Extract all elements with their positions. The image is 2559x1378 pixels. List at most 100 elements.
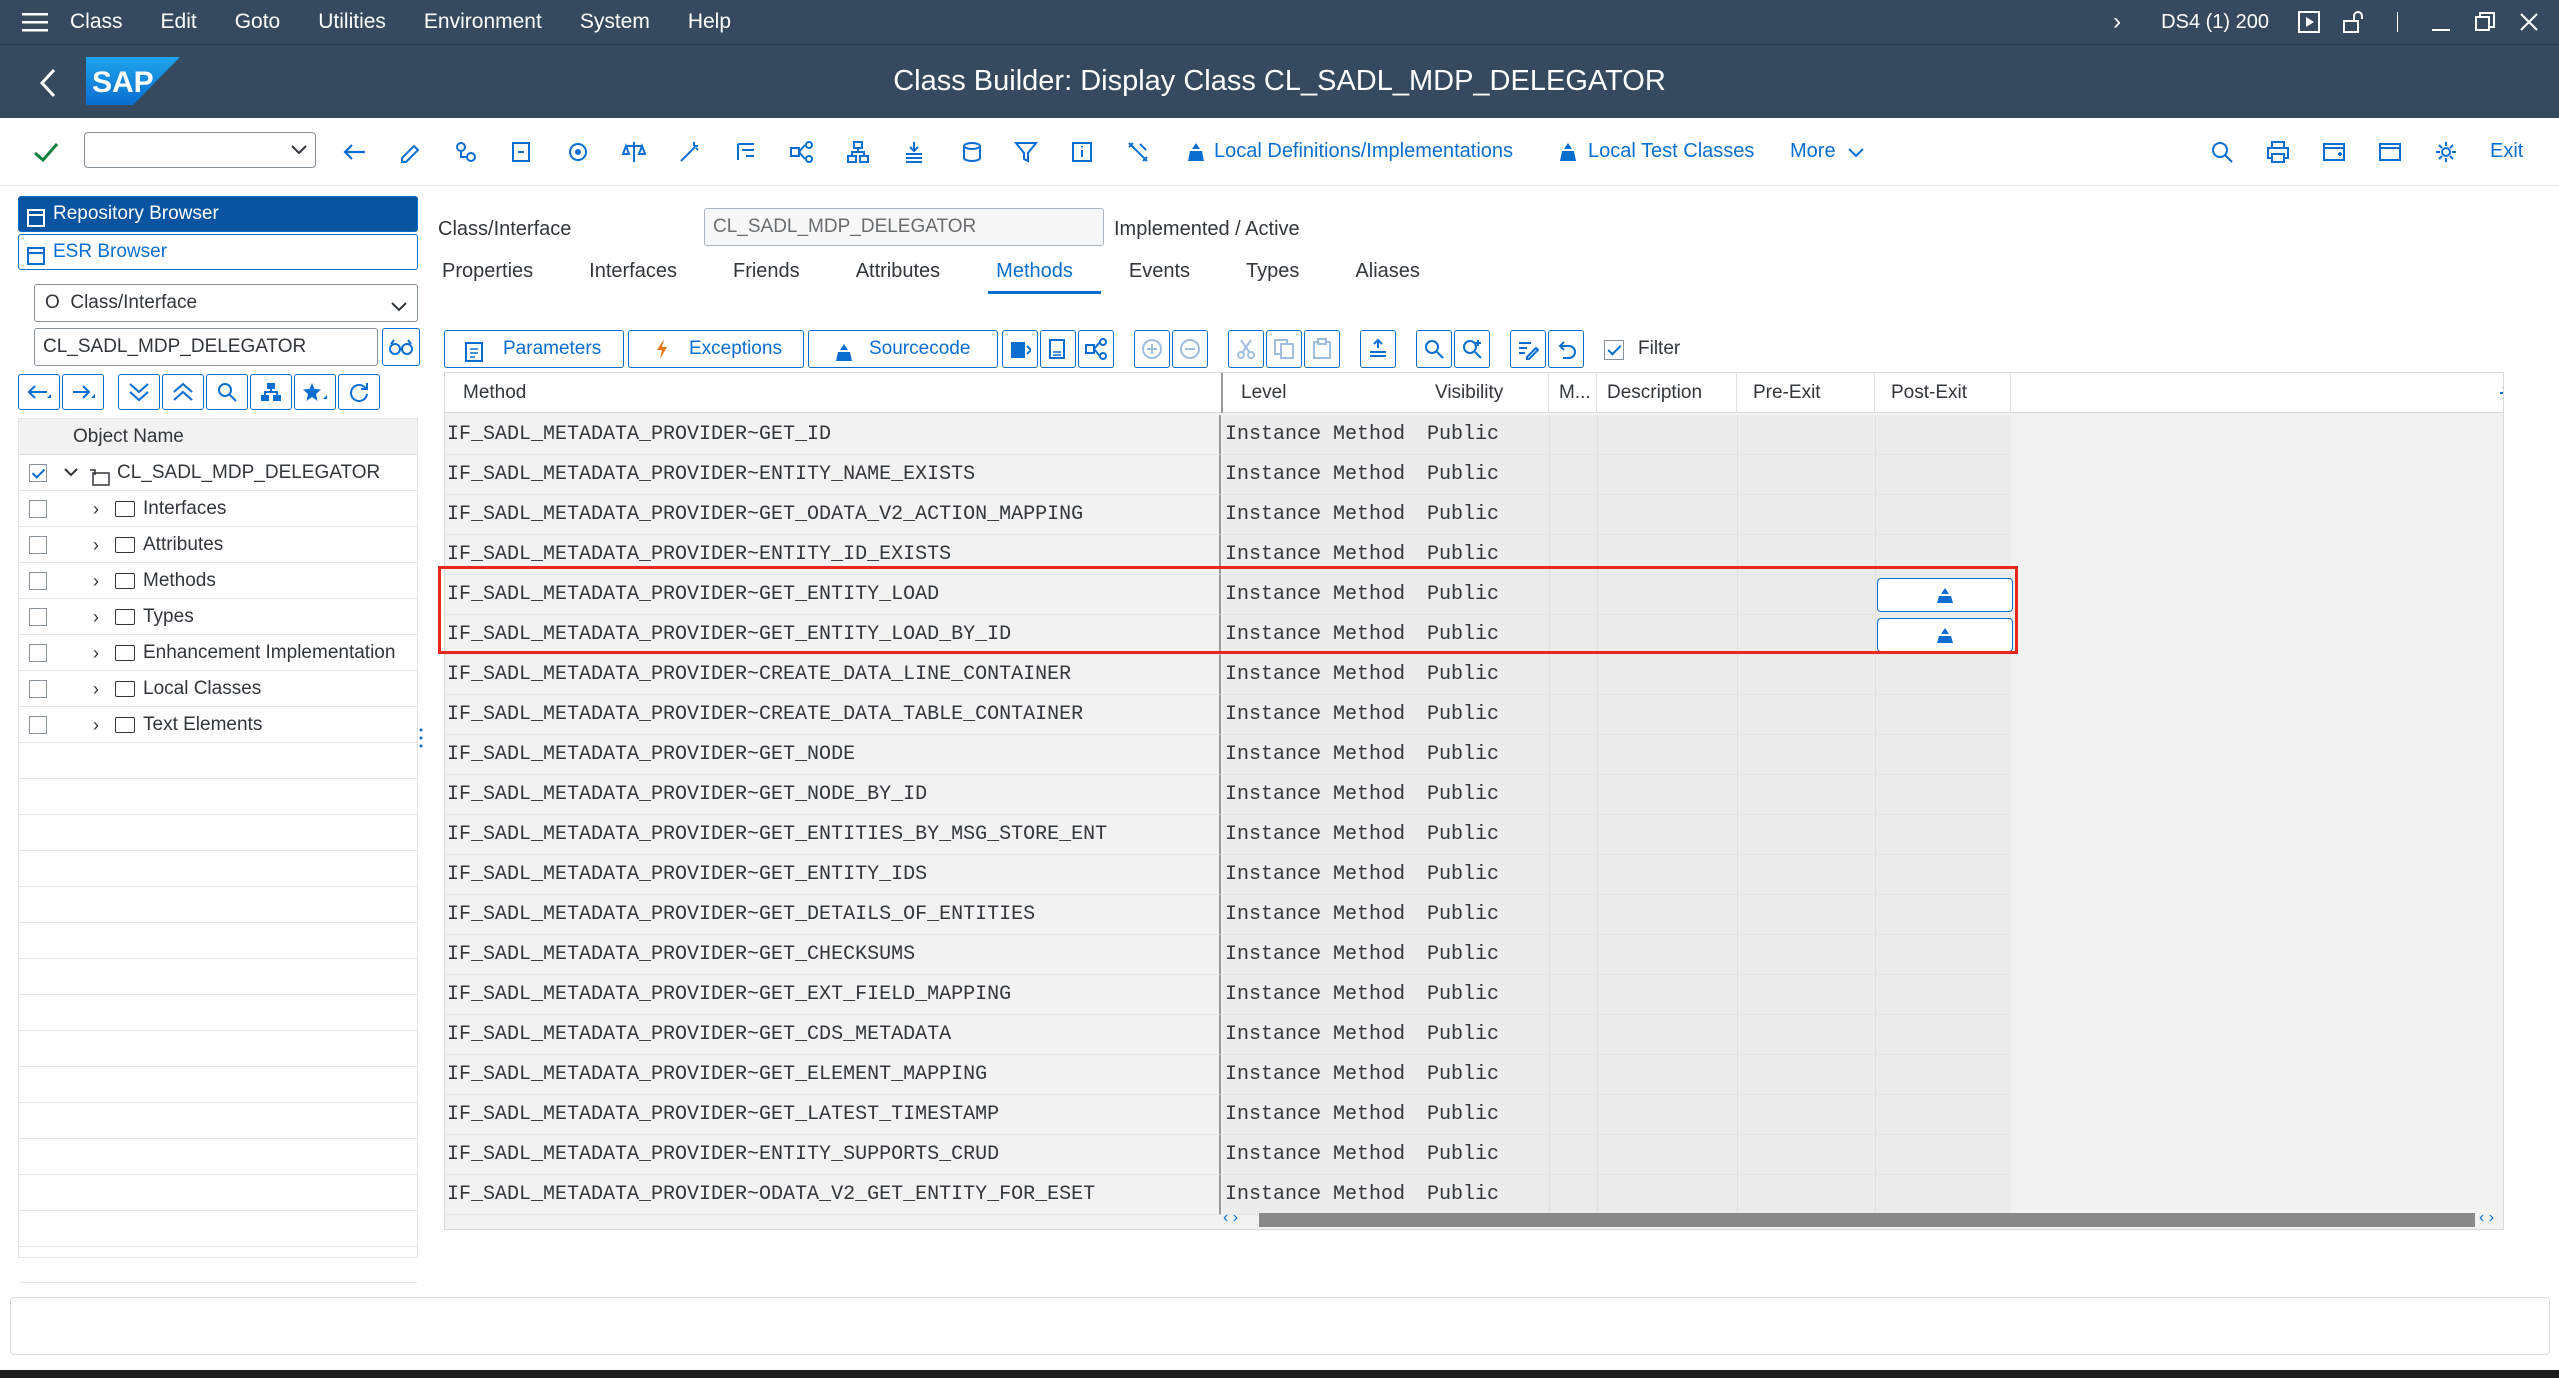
tab-events[interactable]: Events (1121, 254, 1238, 294)
paste-icon[interactable] (1304, 330, 1340, 368)
cell-pre-exit[interactable] (1737, 935, 1875, 975)
cell-modeled[interactable] (1549, 495, 1597, 535)
cell-level[interactable]: Instance Method (1223, 1055, 1425, 1095)
cell-description[interactable] (1597, 415, 1737, 455)
chevron-right-icon[interactable]: › (93, 671, 99, 707)
cell-visibility[interactable]: Public (1425, 1095, 1549, 1135)
object-name-input[interactable]: CL_SADL_MDP_DELEGATOR (34, 328, 378, 366)
object-list-icon[interactable] (450, 136, 482, 168)
cell-pre-exit[interactable] (1737, 815, 1875, 855)
cell-post-exit[interactable] (1875, 415, 2011, 455)
cell-method[interactable]: IF_SADL_METADATA_PROVIDER~GET_ENTITY_IDS (445, 855, 1221, 895)
tree-checkbox[interactable] (29, 716, 47, 734)
cell-pre-exit[interactable] (1737, 655, 1875, 695)
table-row[interactable]: IF_SADL_METADATA_PROVIDER~ENTITY_NAME_EX… (445, 455, 2011, 495)
cell-post-exit[interactable] (1875, 1095, 2011, 1135)
cell-description[interactable] (1597, 975, 1737, 1015)
table-settings-icon[interactable] (2499, 383, 2503, 408)
chevron-right-icon[interactable]: › (93, 527, 99, 563)
cell-visibility[interactable]: Public (1425, 855, 1549, 895)
expand-all-icon[interactable] (118, 374, 160, 410)
minimize-icon[interactable] (2419, 0, 2463, 44)
menu-utilities[interactable]: Utilities (318, 10, 386, 34)
menu-class[interactable]: Class (70, 10, 123, 34)
cut-icon[interactable] (1228, 330, 1264, 368)
local-test-classes-button[interactable]: Local Test Classes (1588, 140, 1754, 163)
table-row[interactable]: IF_SADL_METADATA_PROVIDER~GET_LATEST_TIM… (445, 1095, 2011, 1135)
cell-visibility[interactable]: Public (1425, 895, 1549, 935)
cell-description[interactable] (1597, 695, 1737, 735)
tab-interfaces[interactable]: Interfaces (581, 254, 725, 294)
cell-description[interactable] (1597, 455, 1737, 495)
tree-checkbox[interactable] (29, 644, 47, 662)
cell-visibility[interactable]: Public (1425, 815, 1549, 855)
cell-modeled[interactable] (1549, 655, 1597, 695)
tab-friends[interactable]: Friends (725, 254, 848, 294)
cell-pre-exit[interactable] (1737, 695, 1875, 735)
table-row[interactable]: IF_SADL_METADATA_PROVIDER~GET_ENTITY_IDS… (445, 855, 2011, 895)
cell-visibility[interactable]: Public (1425, 655, 1549, 695)
parameters-button[interactable]: Parameters (444, 330, 624, 368)
cell-method[interactable]: IF_SADL_METADATA_PROVIDER~GET_LATEST_TIM… (445, 1095, 1221, 1135)
refresh-icon[interactable] (338, 374, 380, 410)
cell-visibility[interactable]: Public (1425, 495, 1549, 535)
activate-icon[interactable] (562, 136, 594, 168)
chevron-right-icon[interactable]: › (93, 491, 99, 527)
edit-list-icon[interactable] (1510, 330, 1546, 368)
table-row[interactable]: IF_SADL_METADATA_PROVIDER~GET_ODATA_V2_A… (445, 495, 2011, 535)
previous-object-icon[interactable] (18, 374, 60, 410)
exit-button[interactable]: Exit (2490, 140, 2523, 163)
tree-checkbox[interactable] (29, 680, 47, 698)
cell-description[interactable] (1597, 735, 1737, 775)
cell-pre-exit[interactable] (1737, 495, 1875, 535)
sourcecode-button[interactable]: Sourcecode (808, 330, 998, 368)
tree-node-local-classes[interactable]: › Local Classes (19, 671, 417, 707)
search-next-icon[interactable] (1454, 330, 1490, 368)
tree-node-enhancement[interactable]: › Enhancement Implementation (19, 635, 417, 671)
cell-method[interactable]: IF_SADL_METADATA_PROVIDER~ENTITY_SUPPORT… (445, 1135, 1221, 1175)
cell-pre-exit[interactable] (1737, 1095, 1875, 1135)
cell-level[interactable]: Instance Method (1223, 495, 1425, 535)
table-row[interactable]: IF_SADL_METADATA_PROVIDER~GET_ID Instance… (445, 415, 2011, 455)
copy-icon[interactable] (1266, 330, 1302, 368)
cell-post-exit[interactable] (1875, 735, 2011, 775)
tree-node-text-elements[interactable]: › Text Elements (19, 707, 417, 743)
new-window-icon[interactable] (2318, 136, 2350, 168)
cell-pre-exit[interactable] (1737, 415, 1875, 455)
favorites-icon[interactable] (294, 374, 336, 410)
cell-pre-exit[interactable] (1737, 975, 1875, 1015)
cell-method[interactable]: IF_SADL_METADATA_PROVIDER~GET_ELEMENT_MA… (445, 1055, 1221, 1095)
cell-pre-exit[interactable] (1737, 735, 1875, 775)
local-definitions-button[interactable]: Local Definitions/Implementations (1214, 140, 1513, 163)
cell-method[interactable]: IF_SADL_METADATA_PROVIDER~ENTITY_NAME_EX… (445, 455, 1221, 495)
chevron-down-icon[interactable] (389, 293, 409, 329)
scroll-left-right-icon[interactable]: ‹ › (2479, 1209, 2494, 1227)
scroll-up-icon[interactable]: ▲ (2503, 417, 2504, 433)
scroll-left-right-icon[interactable]: ‹ › (1223, 1209, 1238, 1227)
tree-node-interfaces[interactable]: › Interfaces (19, 491, 417, 527)
cell-description[interactable] (1597, 1135, 1737, 1175)
chevron-down-icon[interactable] (1840, 136, 1872, 168)
cell-level[interactable]: Instance Method (1223, 815, 1425, 855)
tree-node-methods[interactable]: › Methods (19, 563, 417, 599)
cell-modeled[interactable] (1549, 455, 1597, 495)
tree-icon[interactable] (842, 136, 874, 168)
cell-post-exit[interactable] (1875, 935, 2011, 975)
column-pre-exit[interactable]: Pre-Exit (1737, 373, 1875, 413)
cell-modeled[interactable] (1549, 815, 1597, 855)
insert-row-icon[interactable] (1134, 330, 1170, 368)
tab-attributes[interactable]: Attributes (848, 254, 988, 294)
tab-aliases[interactable]: Aliases (1347, 254, 1467, 294)
cell-modeled[interactable] (1549, 735, 1597, 775)
cell-method[interactable]: IF_SADL_METADATA_PROVIDER~GET_EXT_FIELD_… (445, 975, 1221, 1015)
tree-checkbox[interactable] (29, 500, 47, 518)
search-icon[interactable] (2206, 136, 2238, 168)
cell-level[interactable]: Instance Method (1223, 975, 1425, 1015)
table-row[interactable]: IF_SADL_METADATA_PROVIDER~GET_CHECKSUMS I… (445, 935, 2011, 975)
cell-visibility[interactable]: Public (1425, 975, 1549, 1015)
cell-post-exit[interactable] (1875, 1175, 2011, 1215)
cell-visibility[interactable]: Public (1425, 1055, 1549, 1095)
cell-post-exit[interactable] (1875, 695, 2011, 735)
cell-method[interactable]: IF_SADL_METADATA_PROVIDER~CREATE_DATA_LI… (445, 655, 1221, 695)
cell-modeled[interactable] (1549, 1095, 1597, 1135)
